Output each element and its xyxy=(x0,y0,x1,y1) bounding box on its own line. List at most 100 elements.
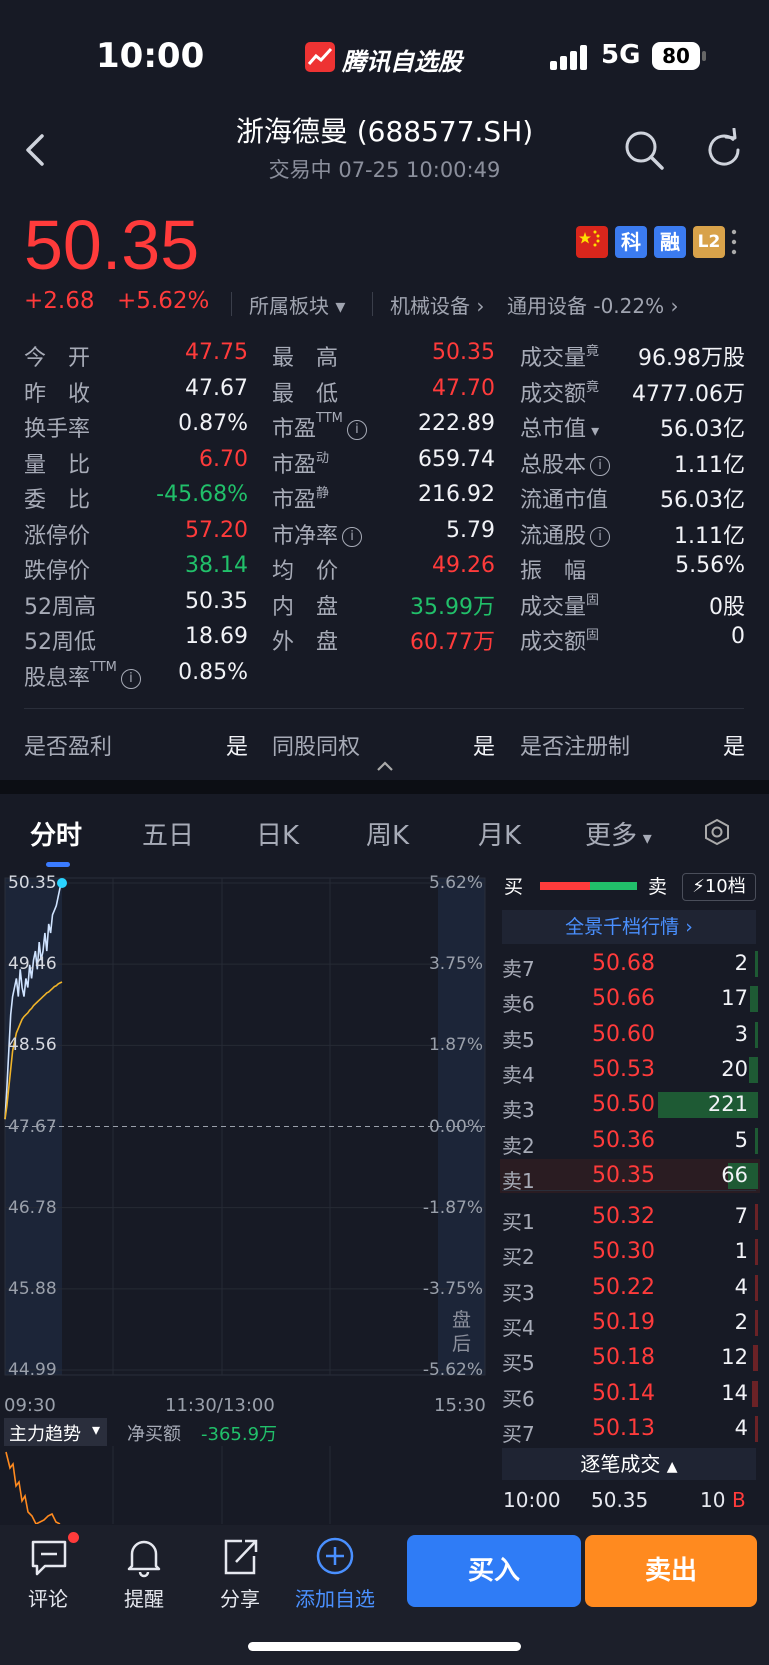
stat-label-text: 换手率 xyxy=(24,417,91,442)
indicator-dropdown[interactable]: 主力趋势 ▾ xyxy=(4,1418,107,1446)
stat-label: 最 低 xyxy=(272,376,338,408)
bid-row[interactable]: 买3 50.22 4 xyxy=(500,1271,760,1305)
tab-daily-k[interactable]: 日K xyxy=(256,815,299,852)
refresh-icon[interactable] xyxy=(702,128,746,172)
stat-value: 6.70 xyxy=(199,446,248,472)
info-icon[interactable]: i xyxy=(120,668,141,689)
stat-label: 今 开 xyxy=(24,340,90,372)
bid-row[interactable]: 买6 50.14 14 xyxy=(500,1377,760,1411)
stat-label-text: 流通股 xyxy=(520,523,587,549)
sector-link-general[interactable]: 通用设备 -0.22% › xyxy=(507,290,678,319)
bid-row[interactable]: 买4 50.19 2 xyxy=(500,1306,760,1340)
nav-share[interactable]: 分享 xyxy=(190,1583,290,1612)
price-change: +2.68 xyxy=(24,288,95,314)
time-label-open: 09:30 xyxy=(4,1395,56,1416)
label-superscript: 固 xyxy=(586,592,600,608)
bell-icon[interactable] xyxy=(124,1536,164,1578)
tick-trades-toggle[interactable]: 逐笔成交 ▲ xyxy=(502,1448,756,1480)
caret-down-icon: ▾ xyxy=(586,421,600,440)
stat-label: 流通股 i xyxy=(520,518,611,550)
info-icon[interactable]: i xyxy=(342,526,363,547)
stat-label-text: 52周低 xyxy=(24,630,96,655)
margin-badge[interactable]: 融 xyxy=(654,226,686,258)
tab-intraday[interactable]: 分时 xyxy=(30,815,82,852)
tab-monthly-k[interactable]: 月K xyxy=(478,815,521,852)
ask-row[interactable]: 卖6 50.66 17 xyxy=(500,982,760,1016)
stat-value: 1.11亿 xyxy=(674,523,745,549)
collapse-chevron-icon[interactable] xyxy=(375,760,395,772)
pct-axis-label: 3.75% xyxy=(428,954,483,975)
stat-label-text: 成交额 xyxy=(520,381,587,407)
level-label: 卖2 xyxy=(502,1133,535,1158)
stat-value: 50.35 xyxy=(185,588,248,614)
label-superscript: 竟 xyxy=(586,344,600,359)
bid-row[interactable]: 买5 50.18 12 xyxy=(500,1341,760,1375)
nav-remind[interactable]: 提醒 xyxy=(94,1583,194,1612)
info-icon[interactable]: i xyxy=(590,526,611,547)
bid-row[interactable]: 买2 50.30 1 xyxy=(500,1235,760,1269)
level2-badge[interactable]: L2 xyxy=(693,226,725,258)
stat-label: 振 幅 xyxy=(520,553,586,585)
ask-row[interactable]: 卖7 50.68 2 xyxy=(500,947,760,981)
sector-dropdown[interactable]: 所属板块 ▾ xyxy=(249,290,345,319)
stat-value: 18.69 xyxy=(185,624,248,649)
label-superscript: 固 xyxy=(586,628,600,643)
bid-row[interactable]: 买1 50.32 7 xyxy=(500,1200,760,1234)
nav-add-watchlist[interactable]: 添加自选 xyxy=(285,1583,385,1612)
sell-button[interactable]: 卖出 xyxy=(585,1535,757,1607)
stat-value: 0.87% xyxy=(178,411,248,436)
price-axis-label: 47.67 xyxy=(8,1116,57,1137)
stat-label: 市净率 i xyxy=(272,518,363,550)
flag-profit-value: 是 xyxy=(225,735,248,760)
pct-axis-label: 0.00% xyxy=(428,1116,483,1137)
search-icon[interactable] xyxy=(622,128,666,172)
ask-row[interactable]: 卖4 50.53 20 xyxy=(500,1053,760,1087)
info-icon[interactable]: i xyxy=(590,455,611,476)
level-label: 卖7 xyxy=(502,957,535,981)
pct-axis-label: -3.75% xyxy=(422,1278,483,1299)
ask-row[interactable]: 卖3 50.50 221 xyxy=(500,1088,760,1122)
tab-more[interactable]: 更多 ▾ xyxy=(585,815,652,852)
more-vertical-icon[interactable] xyxy=(731,228,737,258)
level-volume: 5 xyxy=(734,1127,748,1152)
stat-label-text: 内 盘 xyxy=(272,594,339,620)
info-icon[interactable]: i xyxy=(346,420,367,440)
ask-row[interactable]: 卖2 50.36 5 xyxy=(500,1124,760,1158)
share-icon[interactable] xyxy=(220,1536,260,1578)
level-price: 50.13 xyxy=(592,1415,655,1441)
chart-settings-icon[interactable] xyxy=(703,818,731,846)
tab-weekly-k[interactable]: 周K xyxy=(366,815,409,852)
stat-label: 量 比 xyxy=(24,447,90,479)
depth-toggle-button[interactable]: ⚡10档 xyxy=(682,873,756,901)
stat-label-text: 涨停价 xyxy=(24,523,91,549)
stat-value: 47.67 xyxy=(185,375,248,401)
volume-bar xyxy=(753,1345,758,1372)
stat-value: 47.70 xyxy=(432,375,495,401)
ask-row[interactable]: 卖5 50.60 3 xyxy=(500,1018,760,1052)
add-watchlist-icon[interactable] xyxy=(315,1536,355,1576)
panorama-link[interactable]: 全景千档行情 › xyxy=(502,910,756,944)
nav-comment[interactable]: 评论 xyxy=(0,1583,98,1612)
flag-registration-label: 是否注册制 xyxy=(520,735,631,760)
level-volume: 14 xyxy=(721,1380,748,1405)
stat-label-text: 均 价 xyxy=(272,559,339,584)
stat-label: 委 比 xyxy=(24,482,90,514)
stat-label[interactable]: 总市值 ▾ xyxy=(520,411,599,443)
level-label: 卖6 xyxy=(502,992,535,1017)
level-label: 买1 xyxy=(502,1210,535,1234)
divider xyxy=(24,708,744,709)
stat-label-text: 今 开 xyxy=(24,346,91,371)
star-market-badge[interactable]: 科 xyxy=(615,226,647,258)
sector-link-machinery[interactable]: 机械设备 › xyxy=(390,290,484,319)
net-buy-value: -365.9万 xyxy=(201,1424,278,1445)
stat-label-text: 52周高 xyxy=(24,594,96,620)
time-label-midday: 11:30/13:00 xyxy=(165,1395,275,1416)
comment-icon[interactable] xyxy=(29,1538,69,1578)
buy-button[interactable]: 买入 xyxy=(407,1535,581,1607)
stat-label-text: 外 盘 xyxy=(272,630,339,655)
tab-five-day[interactable]: 五日 xyxy=(142,815,194,852)
bid-row[interactable]: 买7 50.13 4 xyxy=(500,1412,760,1446)
caret-down-icon: ▾ xyxy=(637,828,652,849)
ask-row[interactable]: 卖1 50.35 66 xyxy=(500,1158,760,1193)
stat-label-text: 跌停价 xyxy=(24,559,91,584)
